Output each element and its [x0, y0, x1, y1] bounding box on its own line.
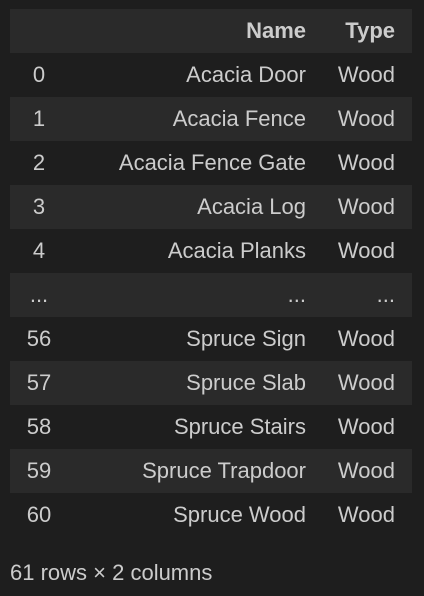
type-cell: Wood — [337, 150, 395, 175]
name-cell: Acacia Log — [197, 194, 306, 219]
table-row: 57 Spruce Slab Wood — [10, 361, 412, 405]
table-row: 4 Acacia Planks Wood — [10, 229, 412, 273]
table-row: 0 Acacia Door Wood — [10, 53, 412, 97]
row-index: 58 — [26, 414, 52, 439]
name-cell: Acacia Fence — [172, 106, 306, 131]
type-cell: Wood — [337, 370, 395, 395]
dataframe-table: Name Type 0 Acacia Door Wood 1 Acacia Fe… — [10, 9, 412, 537]
row-index: 3 — [32, 194, 46, 219]
row-index: 56 — [26, 326, 52, 351]
name-cell: Acacia Fence Gate — [118, 150, 306, 175]
name-cell: Acacia Planks — [167, 238, 306, 263]
row-index: 0 — [32, 62, 46, 87]
row-index: 1 — [32, 106, 46, 131]
table-shape-summary: 61 rows × 2 columns — [10, 560, 213, 585]
type-cell: Wood — [337, 238, 395, 263]
name-cell: Spruce Wood — [173, 502, 306, 527]
name-cell: ... — [287, 282, 306, 307]
row-index: ... — [29, 282, 49, 307]
type-cell: Wood — [337, 62, 395, 87]
type-cell: Wood — [337, 194, 395, 219]
name-cell: Spruce Sign — [186, 326, 306, 351]
name-cell: Spruce Slab — [186, 370, 306, 395]
index-header — [10, 9, 80, 53]
type-cell: ... — [376, 282, 395, 307]
name-column-header: Name — [246, 18, 306, 43]
row-index: 59 — [26, 458, 52, 483]
table-row: 60 Spruce Wood Wood — [10, 493, 412, 537]
ellipsis-row: ... ... ... — [10, 273, 412, 317]
name-cell: Acacia Door — [186, 62, 306, 87]
table-header: Name Type — [10, 9, 412, 53]
row-index: 60 — [26, 502, 52, 527]
type-column-header: Type — [345, 18, 395, 43]
type-cell: Wood — [337, 414, 395, 439]
table-body: 0 Acacia Door Wood 1 Acacia Fence Wood 2… — [10, 53, 412, 537]
row-index: 2 — [32, 150, 46, 175]
name-cell: Spruce Trapdoor — [142, 458, 306, 483]
type-cell: Wood — [337, 326, 395, 351]
type-cell: Wood — [337, 502, 395, 527]
row-index: 57 — [26, 370, 52, 395]
name-cell: Spruce Stairs — [173, 414, 306, 439]
table-row: 1 Acacia Fence Wood — [10, 97, 412, 141]
type-cell: Wood — [337, 458, 395, 483]
table-row: 59 Spruce Trapdoor Wood — [10, 449, 412, 493]
header-row: Name Type — [10, 9, 412, 53]
table-row: 2 Acacia Fence Gate Wood — [10, 141, 412, 185]
row-index: 4 — [32, 238, 46, 263]
table-row: 3 Acacia Log Wood — [10, 185, 412, 229]
table-row: 56 Spruce Sign Wood — [10, 317, 412, 361]
type-cell: Wood — [337, 106, 395, 131]
table-row: 58 Spruce Stairs Wood — [10, 405, 412, 449]
